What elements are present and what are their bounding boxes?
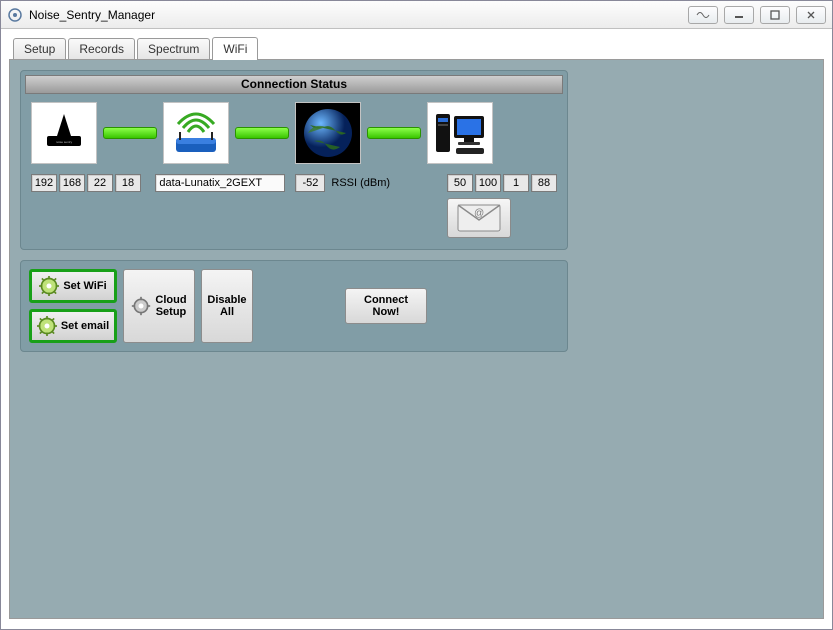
device-ip-octet-2: 168 [59,174,85,192]
connection-status-panel: Connection Status noise sentry [20,70,568,250]
cloud-setup-button[interactable]: Cloud Setup [123,269,195,343]
server-ip: 50 100 1 88 [447,174,557,192]
internet-icon [295,102,361,164]
connection-diagram: noise sentry [25,100,563,166]
sensor-icon: noise sentry [31,102,97,164]
wifi-tab-content: Connection Status noise sentry [9,59,824,619]
app-body: Setup Records Spectrum WiFi Connection S… [1,29,832,629]
connection-status-title: Connection Status [25,75,563,94]
server-ip-octet-1: 50 [447,174,473,192]
set-wifi-button[interactable]: Set WiFi [29,269,117,303]
svg-text:@: @ [474,208,484,219]
tab-setup[interactable]: Setup [13,38,66,59]
tab-wifi[interactable]: WiFi [212,37,258,60]
minimize-button[interactable] [724,6,754,24]
tab-spectrum[interactable]: Spectrum [137,38,210,59]
gear-icon [39,276,59,296]
maximize-button[interactable] [760,6,790,24]
mail-icon: @ [457,204,501,232]
app-window: Noise_Sentry_Manager Setup Records Spect… [0,0,833,630]
controls-panel: Set WiFi Set email [20,260,568,352]
app-icon [7,7,23,23]
server-ip-octet-2: 100 [475,174,501,192]
tab-records[interactable]: Records [68,38,135,59]
set-wifi-label: Set WiFi [63,280,106,292]
router-icon [163,102,229,164]
link-router-internet [235,127,289,139]
titlebar: Noise_Sentry_Manager [1,1,832,29]
cloud-setup-label: Cloud Setup [155,294,186,318]
set-email-button[interactable]: Set email [29,309,117,343]
close-button[interactable] [796,6,826,24]
svg-text:noise sentry: noise sentry [56,140,73,144]
server-ip-octet-3: 1 [503,174,529,192]
gear-icon [37,316,57,336]
device-ip-octet-1: 192 [31,174,57,192]
device-ip-octet-4: 18 [115,174,141,192]
ssid-field: data-Lunatix_2GEXT [155,174,285,192]
connect-now-button[interactable]: Connect Now! [345,288,427,324]
device-ip-octet-3: 22 [87,174,113,192]
gear-icon [131,296,151,316]
server-icon [427,102,493,164]
disable-all-label: Disable All [207,294,246,318]
link-sensor-router [103,127,157,139]
set-email-label: Set email [61,320,109,332]
device-ip: 192 168 22 18 [31,174,155,192]
link-internet-server [367,127,421,139]
rssi-label: RSSI (dBm) [331,177,390,189]
tab-bar: Setup Records Spectrum WiFi [13,37,824,59]
server-ip-octet-4: 88 [531,174,557,192]
disable-all-button[interactable]: Disable All [201,269,253,343]
connect-now-label: Connect Now! [364,294,408,318]
window-title: Noise_Sentry_Manager [29,8,155,22]
email-status-button[interactable]: @ [447,198,511,238]
rssi-value: -52 [295,174,325,192]
help-button[interactable] [688,6,718,24]
